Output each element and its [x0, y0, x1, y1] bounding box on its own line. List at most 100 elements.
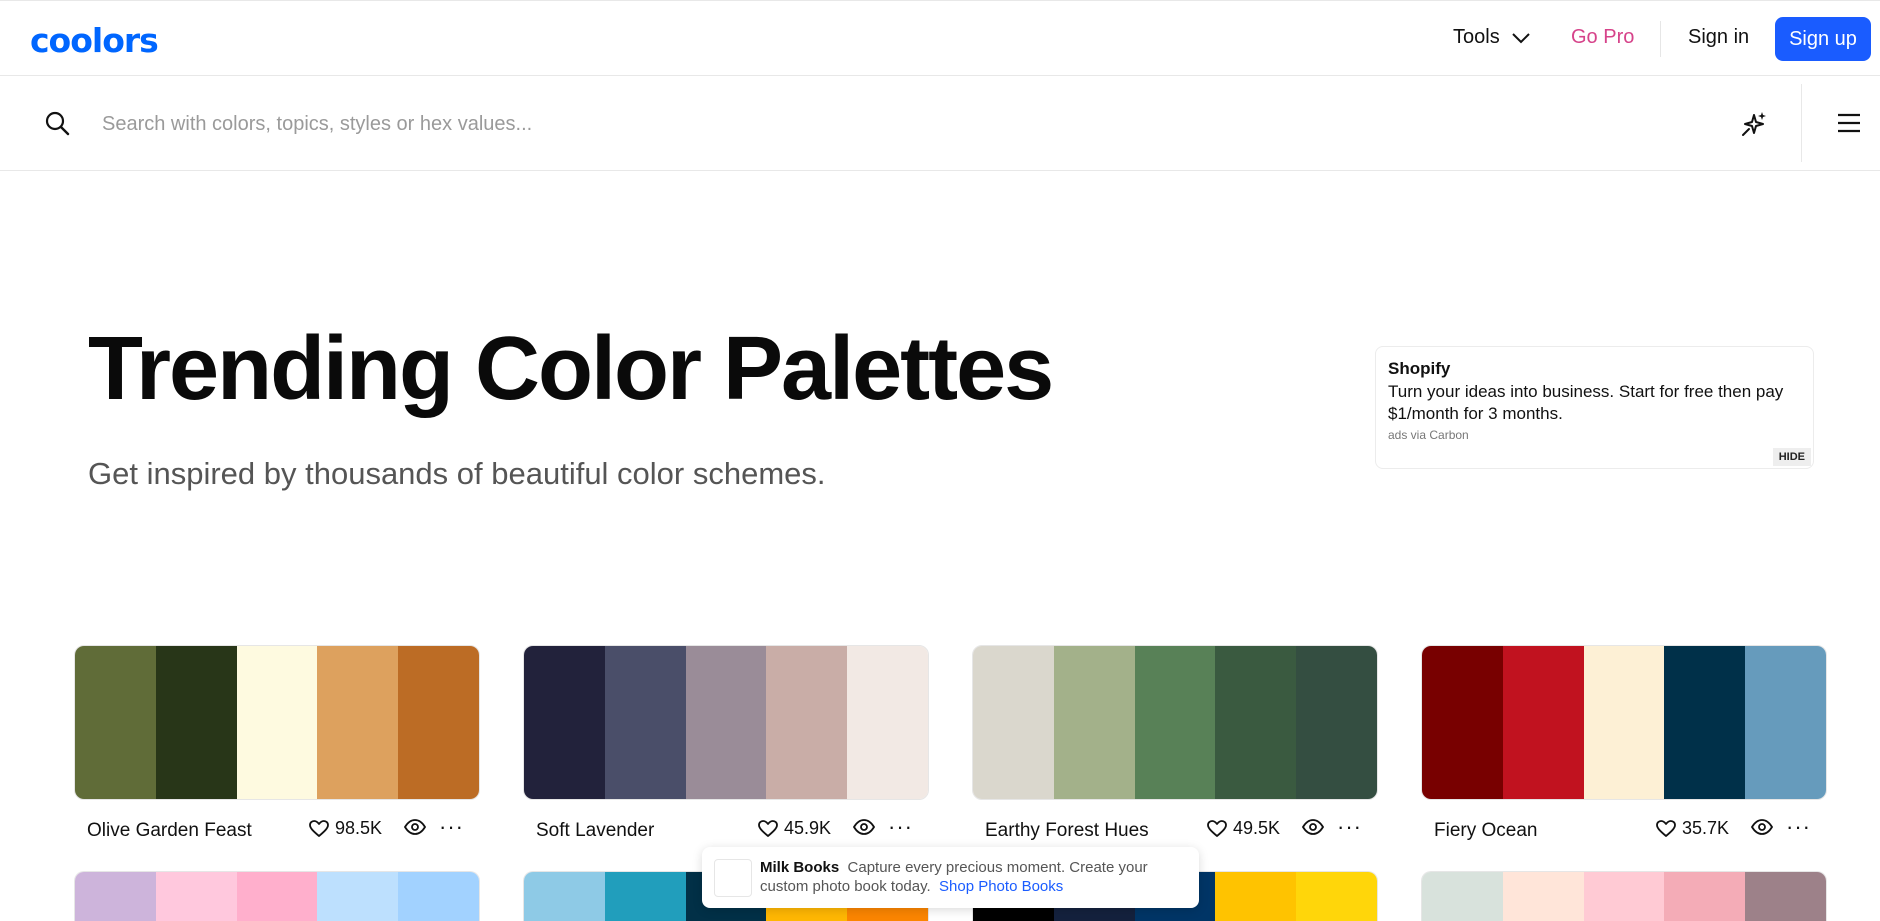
search-icon[interactable] [44, 110, 70, 136]
search-divider [1801, 84, 1802, 162]
like-count: 35.7K [1681, 818, 1729, 838]
search-bar [0, 76, 1880, 171]
hamburger-menu-icon[interactable] [1838, 113, 1860, 133]
more-options-icon[interactable]: ··· [439, 814, 464, 840]
sign-up-button[interactable]: Sign up [1775, 17, 1871, 61]
palette-swatches[interactable] [1421, 645, 1827, 800]
palette-meta: Earthy Forest Hues 49.5K ··· [972, 810, 1378, 850]
popup-thumbnail [714, 859, 752, 897]
color-swatch[interactable] [75, 872, 156, 921]
ad-brand: Shopify [1388, 359, 1451, 378]
color-swatch[interactable] [398, 872, 479, 921]
more-options-icon[interactable]: ··· [1337, 814, 1362, 840]
color-swatch[interactable] [1664, 872, 1746, 921]
color-swatch[interactable] [317, 646, 399, 799]
palette-card[interactable]: Earthy Forest Hues 49.5K ··· [972, 645, 1378, 850]
color-swatch[interactable] [766, 646, 848, 799]
palette-card[interactable]: Soft Lavender 45.9K ··· [523, 645, 929, 850]
color-swatch[interactable] [75, 646, 156, 799]
color-swatch[interactable] [524, 872, 605, 921]
like-count: 98.5K [334, 818, 382, 838]
palette-swatches[interactable] [972, 645, 1378, 800]
tools-label: Tools [1453, 26, 1500, 48]
like-button[interactable]: 49.5K [1207, 818, 1280, 839]
palette-meta: Olive Garden Feast 98.5K ··· [74, 810, 480, 850]
like-button[interactable]: 45.9K [758, 818, 831, 839]
ad-hide-button[interactable]: HIDE [1772, 448, 1811, 466]
palette-name[interactable]: Earthy Forest Hues [985, 820, 1149, 842]
ad-via-label[interactable]: ads via Carbon [1388, 428, 1801, 442]
like-button[interactable]: 98.5K [309, 818, 382, 839]
palette-card[interactable]: Fiery Ocean 35.7K ··· [1421, 645, 1827, 850]
more-options-icon[interactable]: ··· [888, 814, 913, 840]
palette-swatches[interactable] [74, 645, 480, 800]
palette-card[interactable] [74, 871, 480, 921]
palette-swatches[interactable] [523, 645, 929, 800]
color-swatch[interactable] [1296, 646, 1377, 799]
color-swatch[interactable] [1664, 646, 1746, 799]
color-swatch[interactable] [1215, 872, 1297, 921]
palette-name[interactable]: Soft Lavender [536, 820, 654, 842]
heart-icon [758, 819, 778, 837]
popup-brand: Milk Books [760, 859, 840, 876]
color-swatch[interactable] [1502, 872, 1584, 921]
go-pro-link[interactable]: Go Pro [1571, 26, 1634, 49]
heart-icon [309, 819, 329, 837]
color-swatch[interactable] [604, 646, 686, 799]
eye-icon[interactable] [404, 819, 426, 835]
color-swatch[interactable] [1502, 646, 1584, 799]
ad-text: Turn your ideas into business. Start for… [1388, 382, 1784, 423]
palette-card[interactable]: Olive Garden Feast 98.5K ··· [74, 645, 480, 850]
color-swatch[interactable] [155, 646, 237, 799]
color-swatch[interactable] [1134, 646, 1216, 799]
eye-icon[interactable] [1302, 819, 1324, 835]
more-options-icon[interactable]: ··· [1786, 814, 1811, 840]
heart-icon [1207, 819, 1227, 837]
like-count: 49.5K [1232, 818, 1280, 838]
sparkle-ai-icon[interactable] [1740, 110, 1768, 138]
tools-menu-button[interactable]: Tools [1453, 26, 1530, 49]
palette-swatches[interactable] [74, 871, 480, 921]
color-swatch[interactable] [1422, 646, 1503, 799]
top-navbar: coolors Tools Go Pro Sign in Sign up [0, 0, 1880, 76]
color-swatch[interactable] [1296, 872, 1377, 921]
page-subtitle: Get inspired by thousands of beautiful c… [88, 456, 826, 491]
palette-meta: Soft Lavender 45.9K ··· [523, 810, 929, 850]
chevron-down-icon [1511, 32, 1530, 43]
palette-name[interactable]: Fiery Ocean [1434, 820, 1537, 842]
palette-name[interactable]: Olive Garden Feast [87, 820, 252, 842]
color-swatch[interactable] [1215, 646, 1297, 799]
color-swatch[interactable] [1745, 646, 1826, 799]
like-count: 45.9K [783, 818, 831, 838]
like-button[interactable]: 35.7K [1656, 818, 1729, 839]
color-swatch[interactable] [155, 872, 237, 921]
color-swatch[interactable] [317, 872, 399, 921]
color-swatch[interactable] [1053, 646, 1135, 799]
color-swatch[interactable] [1422, 872, 1503, 921]
palette-meta: Fiery Ocean 35.7K ··· [1421, 810, 1827, 850]
eye-icon[interactable] [1751, 819, 1773, 835]
popup-link[interactable]: Shop Photo Books [939, 878, 1063, 895]
sponsored-popup[interactable]: Milk Books Capture every precious moment… [702, 847, 1199, 908]
color-swatch[interactable] [685, 646, 767, 799]
color-swatch[interactable] [398, 646, 479, 799]
color-swatch[interactable] [1745, 872, 1826, 921]
carbon-ad[interactable]: Shopify Turn your ideas into business. S… [1375, 346, 1814, 469]
color-swatch[interactable] [1583, 872, 1665, 921]
color-swatch[interactable] [604, 872, 686, 921]
color-swatch[interactable] [524, 646, 605, 799]
palette-swatches[interactable] [1421, 871, 1827, 921]
heart-icon [1656, 819, 1676, 837]
sign-in-link[interactable]: Sign in [1688, 26, 1749, 49]
popup-text: Milk Books Capture every precious moment… [760, 858, 1190, 896]
color-swatch[interactable] [973, 646, 1054, 799]
color-swatch[interactable] [1583, 646, 1665, 799]
search-input[interactable] [100, 106, 1704, 142]
color-swatch[interactable] [847, 646, 928, 799]
coolors-logo[interactable]: coolors [30, 21, 159, 60]
color-swatch[interactable] [236, 646, 318, 799]
page-title: Trending Color Palettes [88, 319, 1054, 419]
eye-icon[interactable] [853, 819, 875, 835]
color-swatch[interactable] [236, 872, 318, 921]
palette-card[interactable] [1421, 871, 1827, 921]
